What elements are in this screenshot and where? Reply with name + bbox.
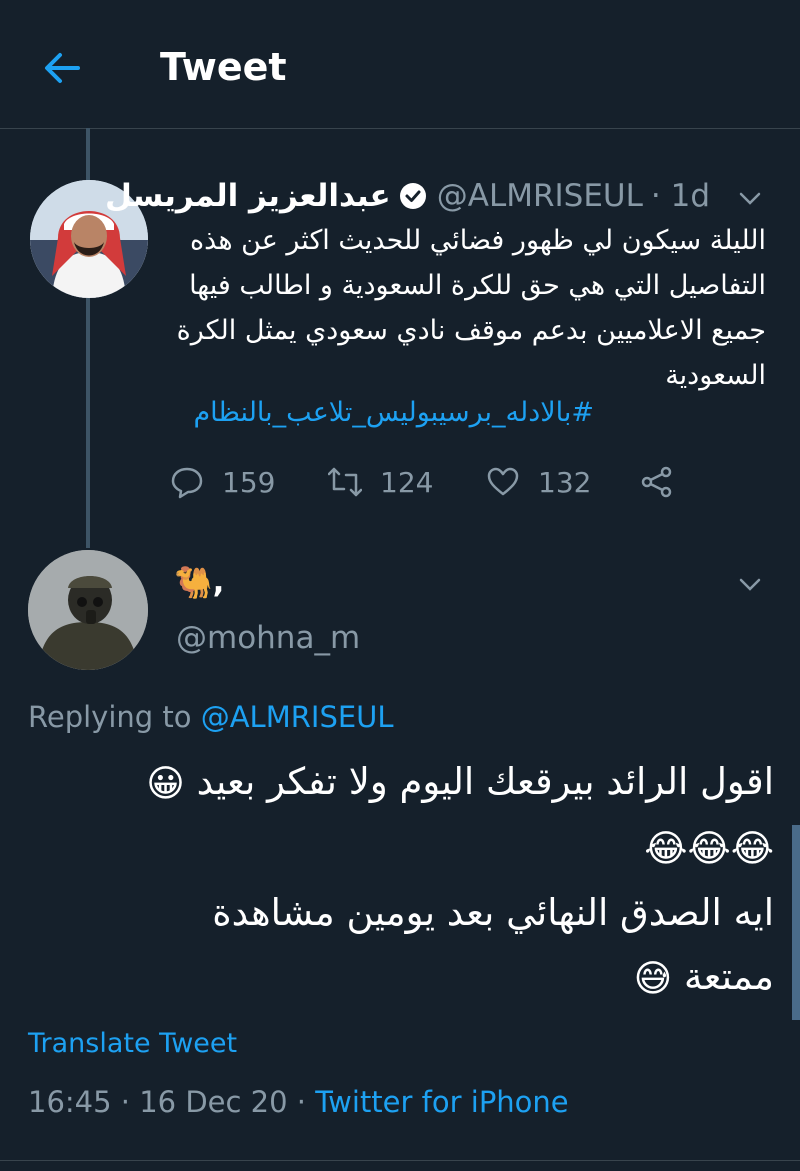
timestamp: 16:45 · 16 Dec 20 · xyxy=(28,1085,307,1119)
verified-badge-icon xyxy=(399,183,426,209)
tweet-text: اقول الرائد بيرقعك اليوم ولا تفكر بعيد 😀… xyxy=(22,750,774,1011)
text-line-1: اقول الرائد بيرقعك اليوم ولا تفكر بعيد xyxy=(196,760,774,803)
share-icon xyxy=(641,466,672,498)
tweet-age: · 1d xyxy=(650,178,710,214)
hashtag-link[interactable]: #بالادله_برسيبوليس_تلاعب_بالنظام xyxy=(193,397,594,428)
tweet-actions: 159 124 132 xyxy=(170,460,690,504)
like-count: 132 xyxy=(538,465,592,499)
heart-icon xyxy=(487,467,519,496)
retweet-button[interactable]: 124 xyxy=(328,460,433,504)
retweet-count: 124 xyxy=(380,465,434,499)
author-handle[interactable]: @mohna_m xyxy=(176,620,360,656)
author-name[interactable]: 🐫 , xyxy=(174,562,224,602)
reply-icon xyxy=(171,467,203,499)
name-suffix: , xyxy=(212,564,225,600)
grinning-emoji: 😀 xyxy=(146,761,185,805)
text-line-3: ايه الصدق النهائي بعد يومين مشاهدة xyxy=(212,891,774,934)
translate-tweet-link[interactable]: Translate Tweet xyxy=(28,1028,237,1059)
avatar[interactable] xyxy=(28,550,148,670)
author-name[interactable]: عبدالعزيز المريسل xyxy=(105,178,391,214)
laughing-emoji: 😂 xyxy=(644,827,688,870)
laughing-emoji: 😂 xyxy=(730,827,774,870)
text-line: 😂😂😂 xyxy=(22,816,774,882)
chevron-down-icon[interactable] xyxy=(736,184,764,212)
tweet-header: عبدالعزيز المريسل @ALMRISEUL · 1d xyxy=(105,176,760,216)
replying-prefix: Replying to xyxy=(28,700,192,734)
page-title: Tweet xyxy=(160,45,287,89)
arrow-left-icon[interactable] xyxy=(38,44,86,92)
scrollbar[interactable] xyxy=(792,825,800,1020)
source-link[interactable]: Twitter for iPhone xyxy=(315,1085,568,1119)
share-button[interactable] xyxy=(640,460,692,504)
text-line: اقول الرائد بيرقعك اليوم ولا تفكر بعيد 😀 xyxy=(22,750,774,816)
replying-to: Replying to @ALMRISEUL xyxy=(28,700,394,734)
camel-emoji: 🐫 xyxy=(174,564,213,601)
sweat-smile-emoji: 😅 xyxy=(633,956,673,1000)
text-line: ممتعة 😅 xyxy=(22,945,774,1011)
author-handle[interactable]: @ALMRISEUL xyxy=(437,178,643,214)
laughing-emoji: 😂 xyxy=(687,827,731,870)
retweet-icon xyxy=(328,467,362,497)
tweet-text: الليلة سيكون لي ظهور فضائي للحديث اكثر ع… xyxy=(176,225,766,391)
divider xyxy=(0,1160,800,1161)
reply-button[interactable]: 159 xyxy=(170,460,275,504)
replying-to-link[interactable]: @ALMRISEUL xyxy=(201,700,394,734)
text-line-4: ممتعة xyxy=(683,955,774,998)
tweet-meta: 16:45 · 16 Dec 20 · Twitter for iPhone xyxy=(28,1085,569,1119)
reply-count: 159 xyxy=(222,465,276,499)
like-button[interactable]: 132 xyxy=(486,460,591,504)
top-bar: Tweet xyxy=(0,0,800,129)
chevron-down-icon[interactable] xyxy=(736,570,764,598)
